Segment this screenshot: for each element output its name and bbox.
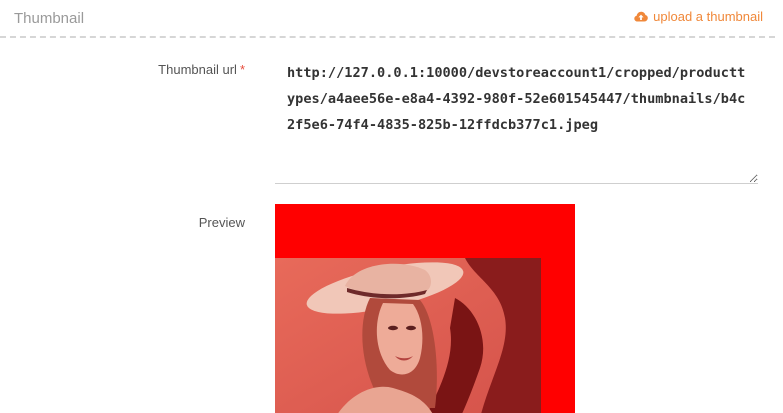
upload-thumbnail-link[interactable]: upload a thumbnail [634,9,763,24]
section-title: Thumbnail [14,10,85,27]
thumbnail-url-textarea[interactable]: http://127.0.0.1:10000/devstoreaccount1/… [275,50,758,184]
preview-label: Preview [198,215,245,230]
cloud-upload-icon [634,11,648,22]
preview-photo [275,258,541,413]
thumbnail-preview-image [275,204,575,413]
thumbnail-url-label-text: Thumbnail url [158,62,237,77]
section-header: Thumbnail upload a thumbnail [0,0,775,38]
upload-thumbnail-label: upload a thumbnail [653,9,763,24]
thumbnail-url-label: Thumbnail url * [158,62,245,77]
required-marker: * [239,62,245,77]
